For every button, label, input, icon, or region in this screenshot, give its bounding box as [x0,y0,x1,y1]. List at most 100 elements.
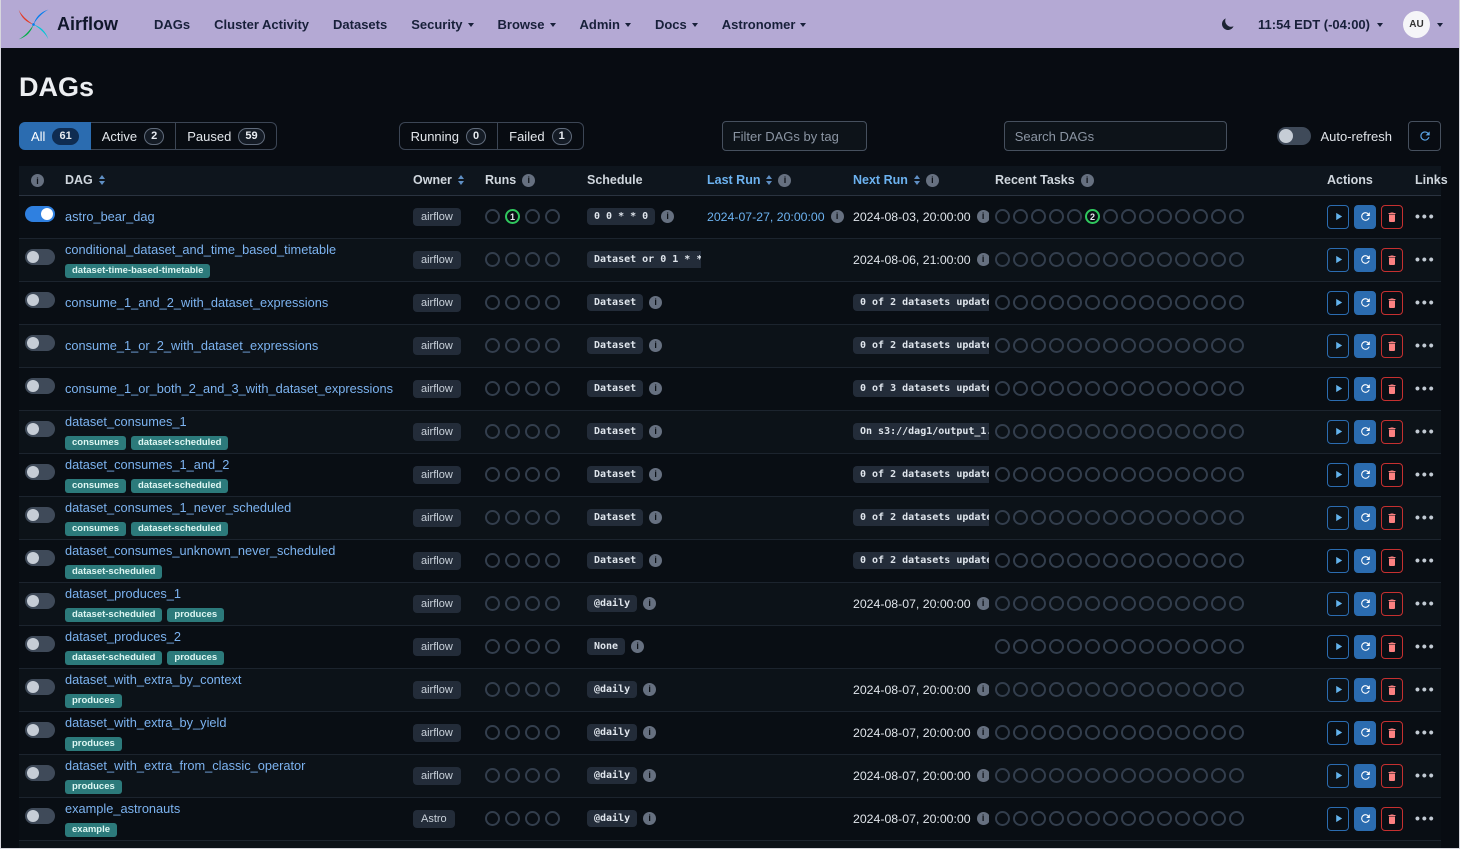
trigger-dag-button[interactable] [1327,420,1349,444]
dag-tag[interactable]: produces [65,737,122,751]
links-menu-button[interactable]: ••• [1415,638,1436,654]
delete-dag-button[interactable] [1381,764,1403,788]
links-menu-button[interactable]: ••• [1415,681,1436,697]
links-menu-button[interactable]: ••• [1415,724,1436,740]
dag-link[interactable]: dataset_produces_1 [65,586,181,601]
dag-tag[interactable]: produces [167,651,224,665]
delete-dag-button[interactable] [1381,678,1403,702]
dag-tag[interactable]: consumes [65,436,126,450]
delete-dag-button[interactable] [1381,205,1403,229]
dag-link[interactable]: dataset_consumes_unknown_never_scheduled [65,543,335,558]
dag-tag[interactable]: dataset-scheduled [65,651,162,665]
pause-toggle[interactable] [25,464,55,480]
trigger-dag-button[interactable] [1327,205,1349,229]
pause-toggle[interactable] [25,722,55,738]
dag-tag[interactable]: dataset-scheduled [131,479,228,493]
delete-dag-button[interactable] [1381,248,1403,272]
dag-link[interactable]: conditional_dataset_and_time_based_timet… [65,242,336,257]
col-header-owner[interactable]: Owner [413,173,473,187]
pause-toggle[interactable] [25,249,55,265]
pause-toggle[interactable] [25,421,55,437]
dag-link[interactable]: consume_1_and_2_with_dataset_expressions [65,295,328,310]
links-menu-button[interactable]: ••• [1415,251,1436,267]
task-state-circle-success[interactable]: 2 [1085,209,1100,224]
nav-item-browse[interactable]: Browse [488,11,566,38]
trigger-dag-button[interactable] [1327,291,1349,315]
links-menu-button[interactable]: ••• [1415,509,1436,525]
trigger-dag-button[interactable] [1327,721,1349,745]
links-menu-button[interactable]: ••• [1415,767,1436,783]
reparse-dag-button[interactable] [1354,248,1376,272]
pause-toggle[interactable] [25,335,55,351]
theme-toggle-button[interactable] [1217,14,1238,35]
tab-all[interactable]: All 61 [19,122,91,150]
trigger-dag-button[interactable] [1327,248,1349,272]
nav-item-docs[interactable]: Docs [645,11,708,38]
delete-dag-button[interactable] [1381,334,1403,358]
trigger-dag-button[interactable] [1327,334,1349,358]
dag-link[interactable]: example_astronauts [65,801,180,816]
links-menu-button[interactable]: ••• [1415,810,1436,826]
pause-toggle[interactable] [25,808,55,824]
delete-dag-button[interactable] [1381,291,1403,315]
dag-link[interactable]: astro_bear_dag [65,209,155,224]
dag-tag[interactable]: example [65,823,117,837]
delete-dag-button[interactable] [1381,463,1403,487]
reparse-dag-button[interactable] [1354,635,1376,659]
links-menu-button[interactable]: ••• [1415,552,1436,568]
trigger-dag-button[interactable] [1327,635,1349,659]
delete-dag-button[interactable] [1381,377,1403,401]
dag-link[interactable]: consume_1_or_2_with_dataset_expressions [65,338,318,353]
dag-tag[interactable]: dataset-scheduled [65,608,162,622]
delete-dag-button[interactable] [1381,807,1403,831]
last-run-link[interactable]: 2024-07-27, 20:00:00 [707,209,825,223]
nav-item-cluster-activity[interactable]: Cluster Activity [204,11,319,38]
reparse-dag-button[interactable] [1354,506,1376,530]
reparse-dag-button[interactable] [1354,592,1376,616]
dag-tag[interactable]: produces [167,608,224,622]
links-menu-button[interactable]: ••• [1415,423,1436,439]
dag-link[interactable]: dataset_consumes_1_and_2 [65,457,229,472]
links-menu-button[interactable]: ••• [1415,337,1436,353]
dag-link[interactable]: dataset_consumes_1_never_scheduled [65,500,291,515]
filter-running-button[interactable]: Running 0 [399,122,499,150]
trigger-dag-button[interactable] [1327,377,1349,401]
reparse-dag-button[interactable] [1354,678,1376,702]
dag-tag[interactable]: dataset-scheduled [131,436,228,450]
links-menu-button[interactable]: ••• [1415,208,1436,224]
dag-tag[interactable]: produces [65,780,122,794]
links-menu-button[interactable]: ••• [1415,595,1436,611]
nav-item-dags[interactable]: DAGs [144,11,200,38]
reparse-dag-button[interactable] [1354,291,1376,315]
delete-dag-button[interactable] [1381,420,1403,444]
reparse-dag-button[interactable] [1354,807,1376,831]
delete-dag-button[interactable] [1381,635,1403,659]
pause-toggle[interactable] [25,292,55,308]
reparse-dag-button[interactable] [1354,549,1376,573]
search-dags-input[interactable] [1004,121,1227,151]
dag-link[interactable]: dataset_with_extra_from_classic_operator [65,758,305,773]
tab-paused[interactable]: Paused 59 [176,122,276,150]
trigger-dag-button[interactable] [1327,506,1349,530]
trigger-dag-button[interactable] [1327,549,1349,573]
dag-link[interactable]: dataset_with_extra_by_context [65,672,241,687]
reparse-dag-button[interactable] [1354,764,1376,788]
pause-toggle[interactable] [25,593,55,609]
dag-link[interactable]: dataset_produces_2 [65,629,181,644]
trigger-dag-button[interactable] [1327,678,1349,702]
delete-dag-button[interactable] [1381,549,1403,573]
auto-refresh-toggle[interactable] [1277,127,1311,145]
dag-tag[interactable]: dataset-scheduled [65,565,162,579]
pause-toggle[interactable] [25,550,55,566]
dag-tag[interactable]: consumes [65,522,126,536]
dag-link[interactable]: dataset_consumes_1 [65,414,187,429]
trigger-dag-button[interactable] [1327,764,1349,788]
reparse-dag-button[interactable] [1354,377,1376,401]
reparse-dag-button[interactable] [1354,334,1376,358]
reparse-dag-button[interactable] [1354,463,1376,487]
dag-tag[interactable]: dataset-scheduled [131,522,228,536]
dag-link[interactable]: consume_1_or_both_2_and_3_with_dataset_e… [65,381,393,396]
pause-toggle[interactable] [25,636,55,652]
dag-tag[interactable]: produces [65,694,122,708]
refresh-button[interactable] [1408,121,1441,151]
